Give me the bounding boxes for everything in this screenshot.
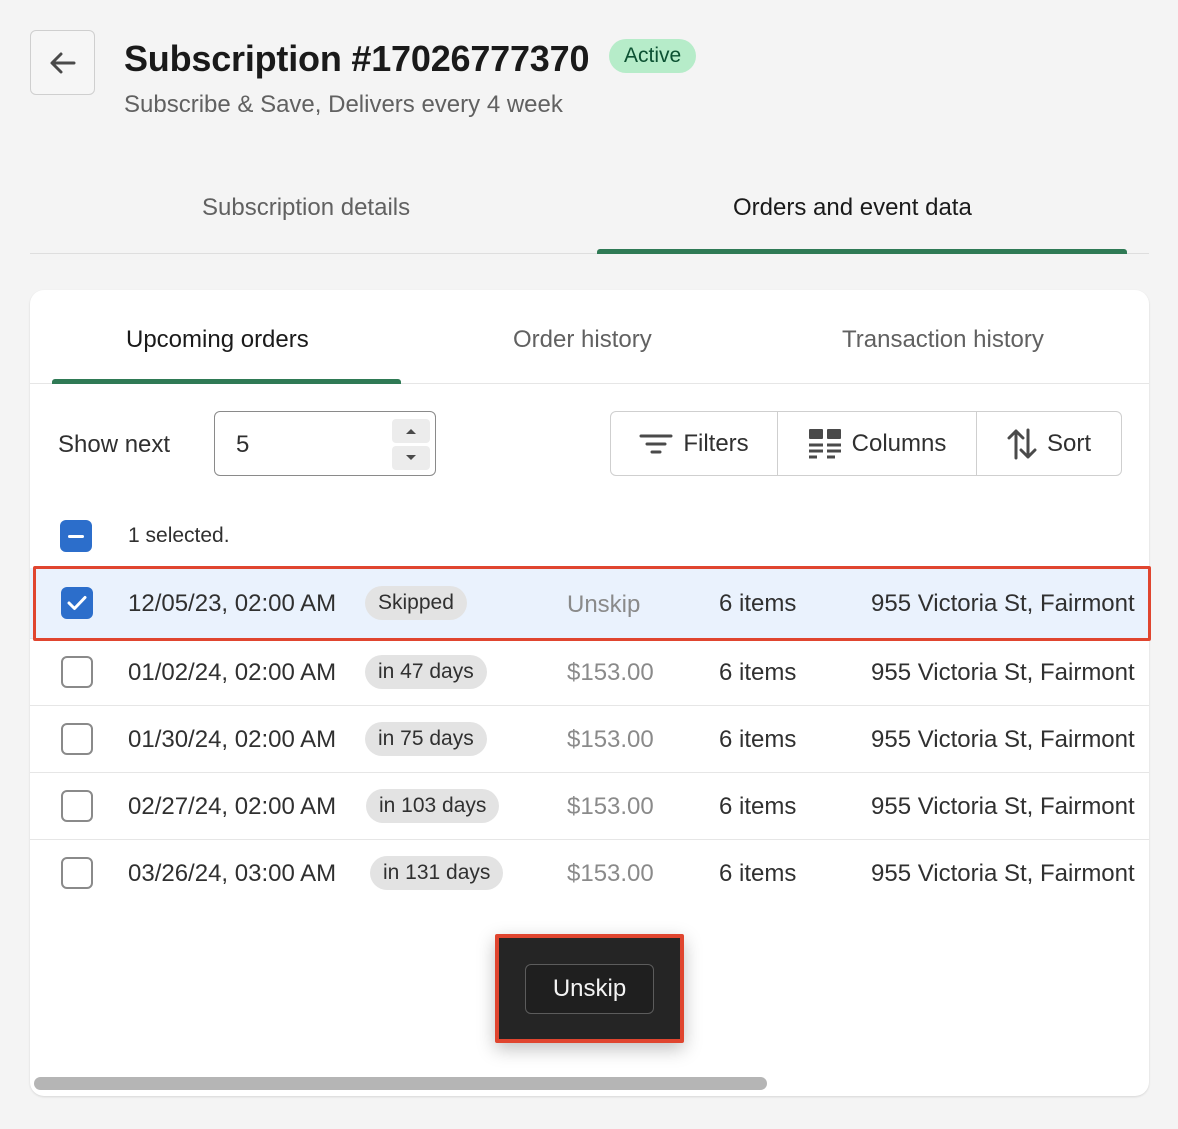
page-title: Subscription #17026777370 bbox=[124, 38, 590, 79]
filter-icon bbox=[639, 434, 673, 453]
row-date: 03/26/24, 03:00 AM bbox=[128, 860, 337, 887]
stepper-increment-button[interactable] bbox=[392, 419, 430, 443]
sort-icon bbox=[1007, 428, 1037, 459]
row-status-badge: in 75 days bbox=[365, 722, 487, 756]
page-subtitle: Subscribe & Save, Delivers every 4 week bbox=[124, 91, 563, 118]
sort-button[interactable]: Sort bbox=[977, 412, 1121, 475]
row-date: 02/27/24, 02:00 AM bbox=[128, 793, 337, 820]
row-checkbox[interactable] bbox=[61, 587, 93, 619]
columns-button[interactable]: Columns bbox=[778, 412, 977, 475]
table-row[interactable]: 03/26/24, 03:00 AM in 131 days $153.00 6… bbox=[30, 839, 1149, 906]
row-date: 01/02/24, 02:00 AM bbox=[128, 659, 337, 686]
row-price: $153.00 bbox=[567, 860, 654, 887]
active-subtab-indicator bbox=[52, 379, 401, 384]
bulk-action-bar: Unskip bbox=[495, 934, 684, 1043]
tab-upcoming-orders[interactable]: Upcoming orders bbox=[126, 326, 309, 354]
caret-up-icon bbox=[406, 429, 416, 434]
row-status-badge: in 131 days bbox=[370, 856, 504, 890]
row-address: 955 Victoria St, Fairmont bbox=[871, 726, 1135, 753]
table-row[interactable]: 01/02/24, 02:00 AM in 47 days $153.00 6 … bbox=[30, 638, 1149, 705]
row-items: 6 items bbox=[719, 590, 797, 617]
tab-subscription-details[interactable]: Subscription details bbox=[202, 194, 410, 222]
row-checkbox[interactable] bbox=[61, 857, 93, 889]
select-all-checkbox[interactable] bbox=[60, 520, 92, 552]
row-price: $153.00 bbox=[567, 659, 654, 686]
row-address: 955 Victoria St, Fairmont bbox=[871, 860, 1135, 887]
tab-order-history[interactable]: Order history bbox=[513, 326, 652, 354]
row-status-badge: in 47 days bbox=[365, 655, 487, 689]
row-address: 955 Victoria St, Fairmont bbox=[871, 590, 1135, 617]
row-items: 6 items bbox=[719, 659, 797, 686]
row-address: 955 Victoria St, Fairmont bbox=[871, 793, 1135, 820]
table-row[interactable]: 12/05/23, 02:00 AM Skipped Unskip 6 item… bbox=[30, 568, 1149, 638]
row-checkbox[interactable] bbox=[61, 656, 93, 688]
row-items: 6 items bbox=[719, 793, 797, 820]
row-unskip-link[interactable]: Unskip bbox=[567, 591, 640, 619]
stepper-decrement-button[interactable] bbox=[392, 446, 430, 470]
row-price: $153.00 bbox=[567, 726, 654, 753]
stepper-value: 5 bbox=[236, 431, 250, 458]
status-badge: Active bbox=[609, 39, 697, 73]
row-price: $153.00 bbox=[567, 793, 654, 820]
row-status-badge: in 103 days bbox=[366, 789, 500, 823]
columns-label: Columns bbox=[851, 429, 947, 457]
table-row[interactable]: 01/30/24, 02:00 AM in 75 days $153.00 6 … bbox=[30, 705, 1149, 772]
row-checkbox[interactable] bbox=[61, 723, 93, 755]
filters-label: Filters bbox=[683, 429, 749, 457]
back-button[interactable] bbox=[30, 30, 95, 95]
tab-transaction-history[interactable]: Transaction history bbox=[842, 326, 1044, 354]
row-address: 955 Victoria St, Fairmont bbox=[871, 659, 1135, 686]
row-status-badge: Skipped bbox=[365, 586, 467, 620]
sub-tabs: Upcoming orders Order history Transactio… bbox=[30, 290, 1149, 384]
tab-orders-and-event-data[interactable]: Orders and event data bbox=[733, 194, 972, 222]
show-next-stepper[interactable]: 5 bbox=[214, 411, 436, 476]
main-tabs: Subscription details Orders and event da… bbox=[30, 180, 1149, 254]
columns-icon bbox=[808, 428, 841, 458]
horizontal-scrollbar[interactable] bbox=[34, 1077, 767, 1090]
caret-down-icon bbox=[406, 455, 416, 460]
table-row[interactable]: 02/27/24, 02:00 AM in 103 days $153.00 6… bbox=[30, 772, 1149, 839]
row-checkbox[interactable] bbox=[61, 790, 93, 822]
active-tab-indicator bbox=[597, 249, 1127, 254]
sort-label: Sort bbox=[1046, 429, 1091, 457]
filters-button[interactable]: Filters bbox=[611, 412, 778, 475]
selection-count: 1 selected. bbox=[128, 524, 230, 547]
show-next-label: Show next bbox=[58, 431, 171, 458]
bulk-unskip-button[interactable]: Unskip bbox=[525, 964, 654, 1014]
arrow-left-icon bbox=[50, 52, 75, 73]
row-items: 6 items bbox=[719, 726, 797, 753]
row-date: 12/05/23, 02:00 AM bbox=[128, 590, 337, 617]
checkmark-icon bbox=[67, 596, 87, 610]
row-date: 01/30/24, 02:00 AM bbox=[128, 726, 337, 753]
indeterminate-dash-icon bbox=[68, 534, 84, 538]
table-toolbar: Filters Columns Sort bbox=[610, 411, 1122, 476]
row-items: 6 items bbox=[719, 860, 797, 887]
